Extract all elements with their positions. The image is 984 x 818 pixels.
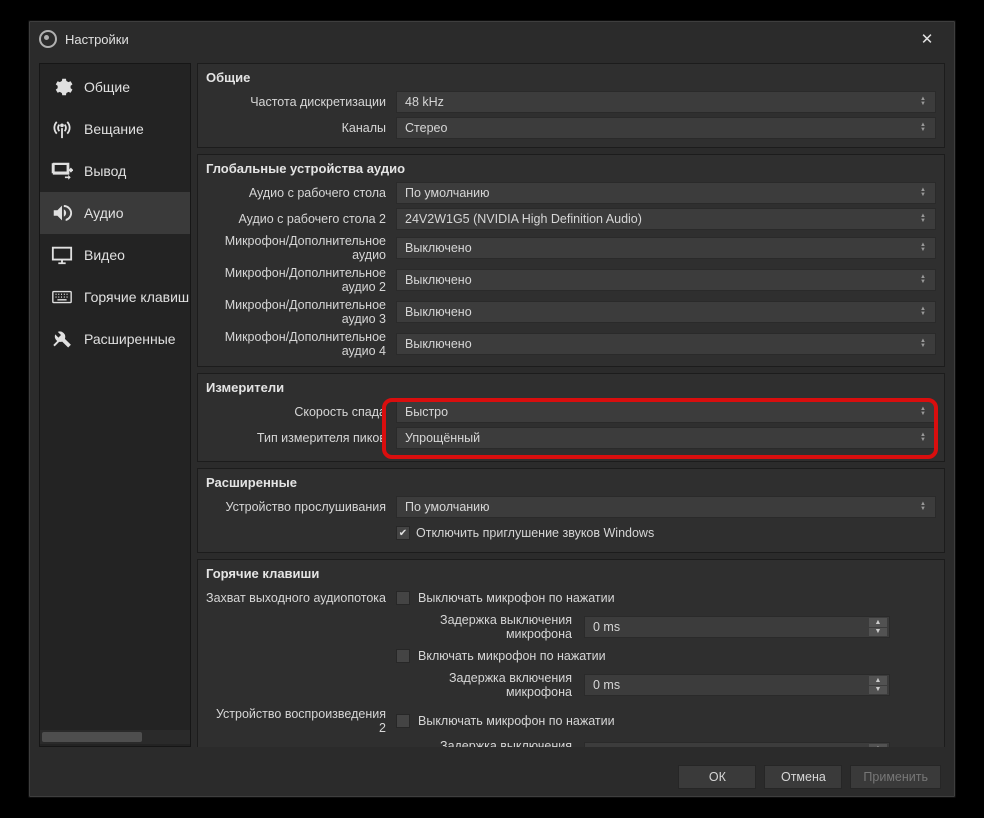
desktop2-label: Аудио с рабочего стола 2 bbox=[206, 212, 388, 226]
sidebar-hscroll[interactable] bbox=[40, 730, 190, 744]
chevron-updown-icon: ▲▼ bbox=[915, 209, 931, 229]
channels-select[interactable]: Стерео▲▼ bbox=[396, 117, 936, 139]
mic3-select[interactable]: Выключено▲▼ bbox=[396, 301, 936, 323]
chevron-updown-icon: ▲▼ bbox=[915, 402, 931, 422]
desktop2-select[interactable]: 24V2W1G5 (NVIDIA High Definition Audio)▲… bbox=[396, 208, 936, 230]
group-title: Глобальные устройства аудио bbox=[206, 161, 936, 176]
nav-label: Общие bbox=[84, 79, 130, 95]
chevron-updown-icon: ▲▼ bbox=[915, 334, 931, 354]
nav-hotkeys[interactable]: Горячие клавиш bbox=[40, 276, 190, 318]
mute-on-push-label: Выключать микрофон по нажатии bbox=[418, 591, 615, 605]
window-title: Настройки bbox=[65, 32, 129, 47]
disable-ducking-checkbox[interactable]: ✔ bbox=[396, 526, 410, 540]
group-general: Общие Частота дискретизации 48 kHz▲▼ Кан… bbox=[197, 63, 945, 148]
app-icon bbox=[39, 30, 57, 48]
antenna-icon bbox=[50, 118, 74, 140]
group-global-devices: Глобальные устройства аудио Аудио с рабо… bbox=[197, 154, 945, 367]
chevron-updown-icon: ▲▼ bbox=[915, 270, 931, 290]
sidebar: Общие Вещание Вывод Аудио Видео Горячие … bbox=[39, 63, 191, 747]
group-title: Общие bbox=[206, 70, 936, 85]
mute-delay-label: Задержка выключения микрофона bbox=[396, 613, 576, 641]
nav-general[interactable]: Общие bbox=[40, 66, 190, 108]
cancel-button[interactable]: Отмена bbox=[764, 765, 842, 789]
mic4-select[interactable]: Выключено▲▼ bbox=[396, 333, 936, 355]
settings-window: Настройки ✕ Общие Вещание Вывод Аудио bbox=[28, 20, 956, 798]
mic1-label: Микрофон/Дополнительное аудио bbox=[206, 234, 388, 262]
mic2-select[interactable]: Выключено▲▼ bbox=[396, 269, 936, 291]
tools-icon bbox=[50, 328, 74, 350]
chevron-updown-icon: ▲▼ bbox=[915, 497, 931, 517]
unmute-on-push-label: Включать микрофон по нажатии bbox=[418, 649, 606, 663]
chevron-updown-icon: ▲▼ bbox=[915, 302, 931, 322]
peak-label: Тип измерителя пиков bbox=[206, 431, 388, 445]
monitor-out-icon bbox=[50, 160, 74, 182]
chevron-updown-icon: ▲▼ bbox=[915, 428, 931, 448]
footer: ОК Отмена Применить bbox=[29, 757, 955, 797]
chevron-updown-icon: ▲▼ bbox=[915, 118, 931, 138]
mute-delay-spinner[interactable]: 0 ms▲▼ bbox=[584, 616, 890, 638]
close-button[interactable]: ✕ bbox=[909, 27, 945, 51]
pb-mute-delay-spinner[interactable]: 0 ms▲▼ bbox=[584, 742, 890, 747]
capture-output-label: Захват выходного аудиопотока bbox=[206, 591, 388, 605]
group-title: Измерители bbox=[206, 380, 936, 395]
sample-rate-label: Частота дискретизации bbox=[206, 95, 388, 109]
chevron-updown-icon: ▲▼ bbox=[915, 238, 931, 258]
desktop1-select[interactable]: По умолчанию▲▼ bbox=[396, 182, 936, 204]
desktop1-label: Аудио с рабочего стола bbox=[206, 186, 388, 200]
nav-label: Аудио bbox=[84, 205, 124, 221]
ok-button[interactable]: ОК bbox=[678, 765, 756, 789]
chevron-updown-icon: ▲▼ bbox=[915, 183, 931, 203]
speaker-icon bbox=[50, 202, 74, 224]
decay-select[interactable]: Быстро▲▼ bbox=[396, 401, 936, 423]
monitor-select[interactable]: По умолчанию▲▼ bbox=[396, 496, 936, 518]
unmute-delay-spinner[interactable]: 0 ms▲▼ bbox=[584, 674, 890, 696]
group-title: Расширенные bbox=[206, 475, 936, 490]
keyboard-icon bbox=[50, 286, 74, 308]
nav-stream[interactable]: Вещание bbox=[40, 108, 190, 150]
sample-rate-select[interactable]: 48 kHz▲▼ bbox=[396, 91, 936, 113]
disable-ducking-label: Отключить приглушение звуков Windows bbox=[416, 526, 654, 540]
pb-mute-on-push-checkbox[interactable] bbox=[396, 714, 410, 728]
peak-select[interactable]: Упрощённый▲▼ bbox=[396, 427, 936, 449]
decay-label: Скорость спада bbox=[206, 405, 388, 419]
nav-label: Горячие клавиш bbox=[84, 289, 189, 305]
nav-audio[interactable]: Аудио bbox=[40, 192, 190, 234]
gear-icon bbox=[50, 76, 74, 98]
hscroll-thumb[interactable] bbox=[42, 732, 142, 742]
nav-video[interactable]: Видео bbox=[40, 234, 190, 276]
unmute-on-push-checkbox[interactable] bbox=[396, 649, 410, 663]
monitor-icon bbox=[50, 244, 74, 266]
chevron-updown-icon: ▲▼ bbox=[915, 92, 931, 112]
title-left: Настройки bbox=[39, 30, 129, 48]
mic1-select[interactable]: Выключено▲▼ bbox=[396, 237, 936, 259]
content: Общие Частота дискретизации 48 kHz▲▼ Кан… bbox=[197, 63, 945, 747]
nav-label: Вещание bbox=[84, 121, 144, 137]
nav-label: Расширенные bbox=[84, 331, 176, 347]
titlebar: Настройки ✕ bbox=[29, 21, 955, 57]
spinner-arrows-icon[interactable]: ▲▼ bbox=[869, 618, 887, 636]
channels-label: Каналы bbox=[206, 121, 388, 135]
mute-on-push-checkbox[interactable] bbox=[396, 591, 410, 605]
unmute-delay-label: Задержка включения микрофона bbox=[396, 671, 576, 699]
playback2-label: Устройство воспроизведения 2 bbox=[206, 707, 388, 735]
spinner-arrows-icon[interactable]: ▲▼ bbox=[869, 744, 887, 747]
nav-label: Видео bbox=[84, 247, 125, 263]
group-advanced: Расширенные Устройство прослушивания По у… bbox=[197, 468, 945, 553]
mic3-label: Микрофон/Дополнительное аудио 3 bbox=[206, 298, 388, 326]
group-title: Горячие клавиши bbox=[206, 566, 936, 581]
pb-mute-on-push-label: Выключать микрофон по нажатии bbox=[418, 714, 615, 728]
mic4-label: Микрофон/Дополнительное аудио 4 bbox=[206, 330, 388, 358]
nav-output[interactable]: Вывод bbox=[40, 150, 190, 192]
monitor-label: Устройство прослушивания bbox=[206, 500, 388, 514]
body: Общие Вещание Вывод Аудио Видео Горячие … bbox=[29, 57, 955, 757]
spinner-arrows-icon[interactable]: ▲▼ bbox=[869, 676, 887, 694]
mic2-label: Микрофон/Дополнительное аудио 2 bbox=[206, 266, 388, 294]
apply-button[interactable]: Применить bbox=[850, 765, 941, 789]
nav-advanced[interactable]: Расширенные bbox=[40, 318, 190, 360]
nav-label: Вывод bbox=[84, 163, 126, 179]
group-meters: Измерители Скорость спада Быстро▲▼ Тип из… bbox=[197, 373, 945, 462]
group-hotkeys: Горячие клавиши Захват выходного аудиопо… bbox=[197, 559, 945, 747]
pb-mute-delay-label: Задержка выключения микрофона bbox=[396, 739, 576, 747]
